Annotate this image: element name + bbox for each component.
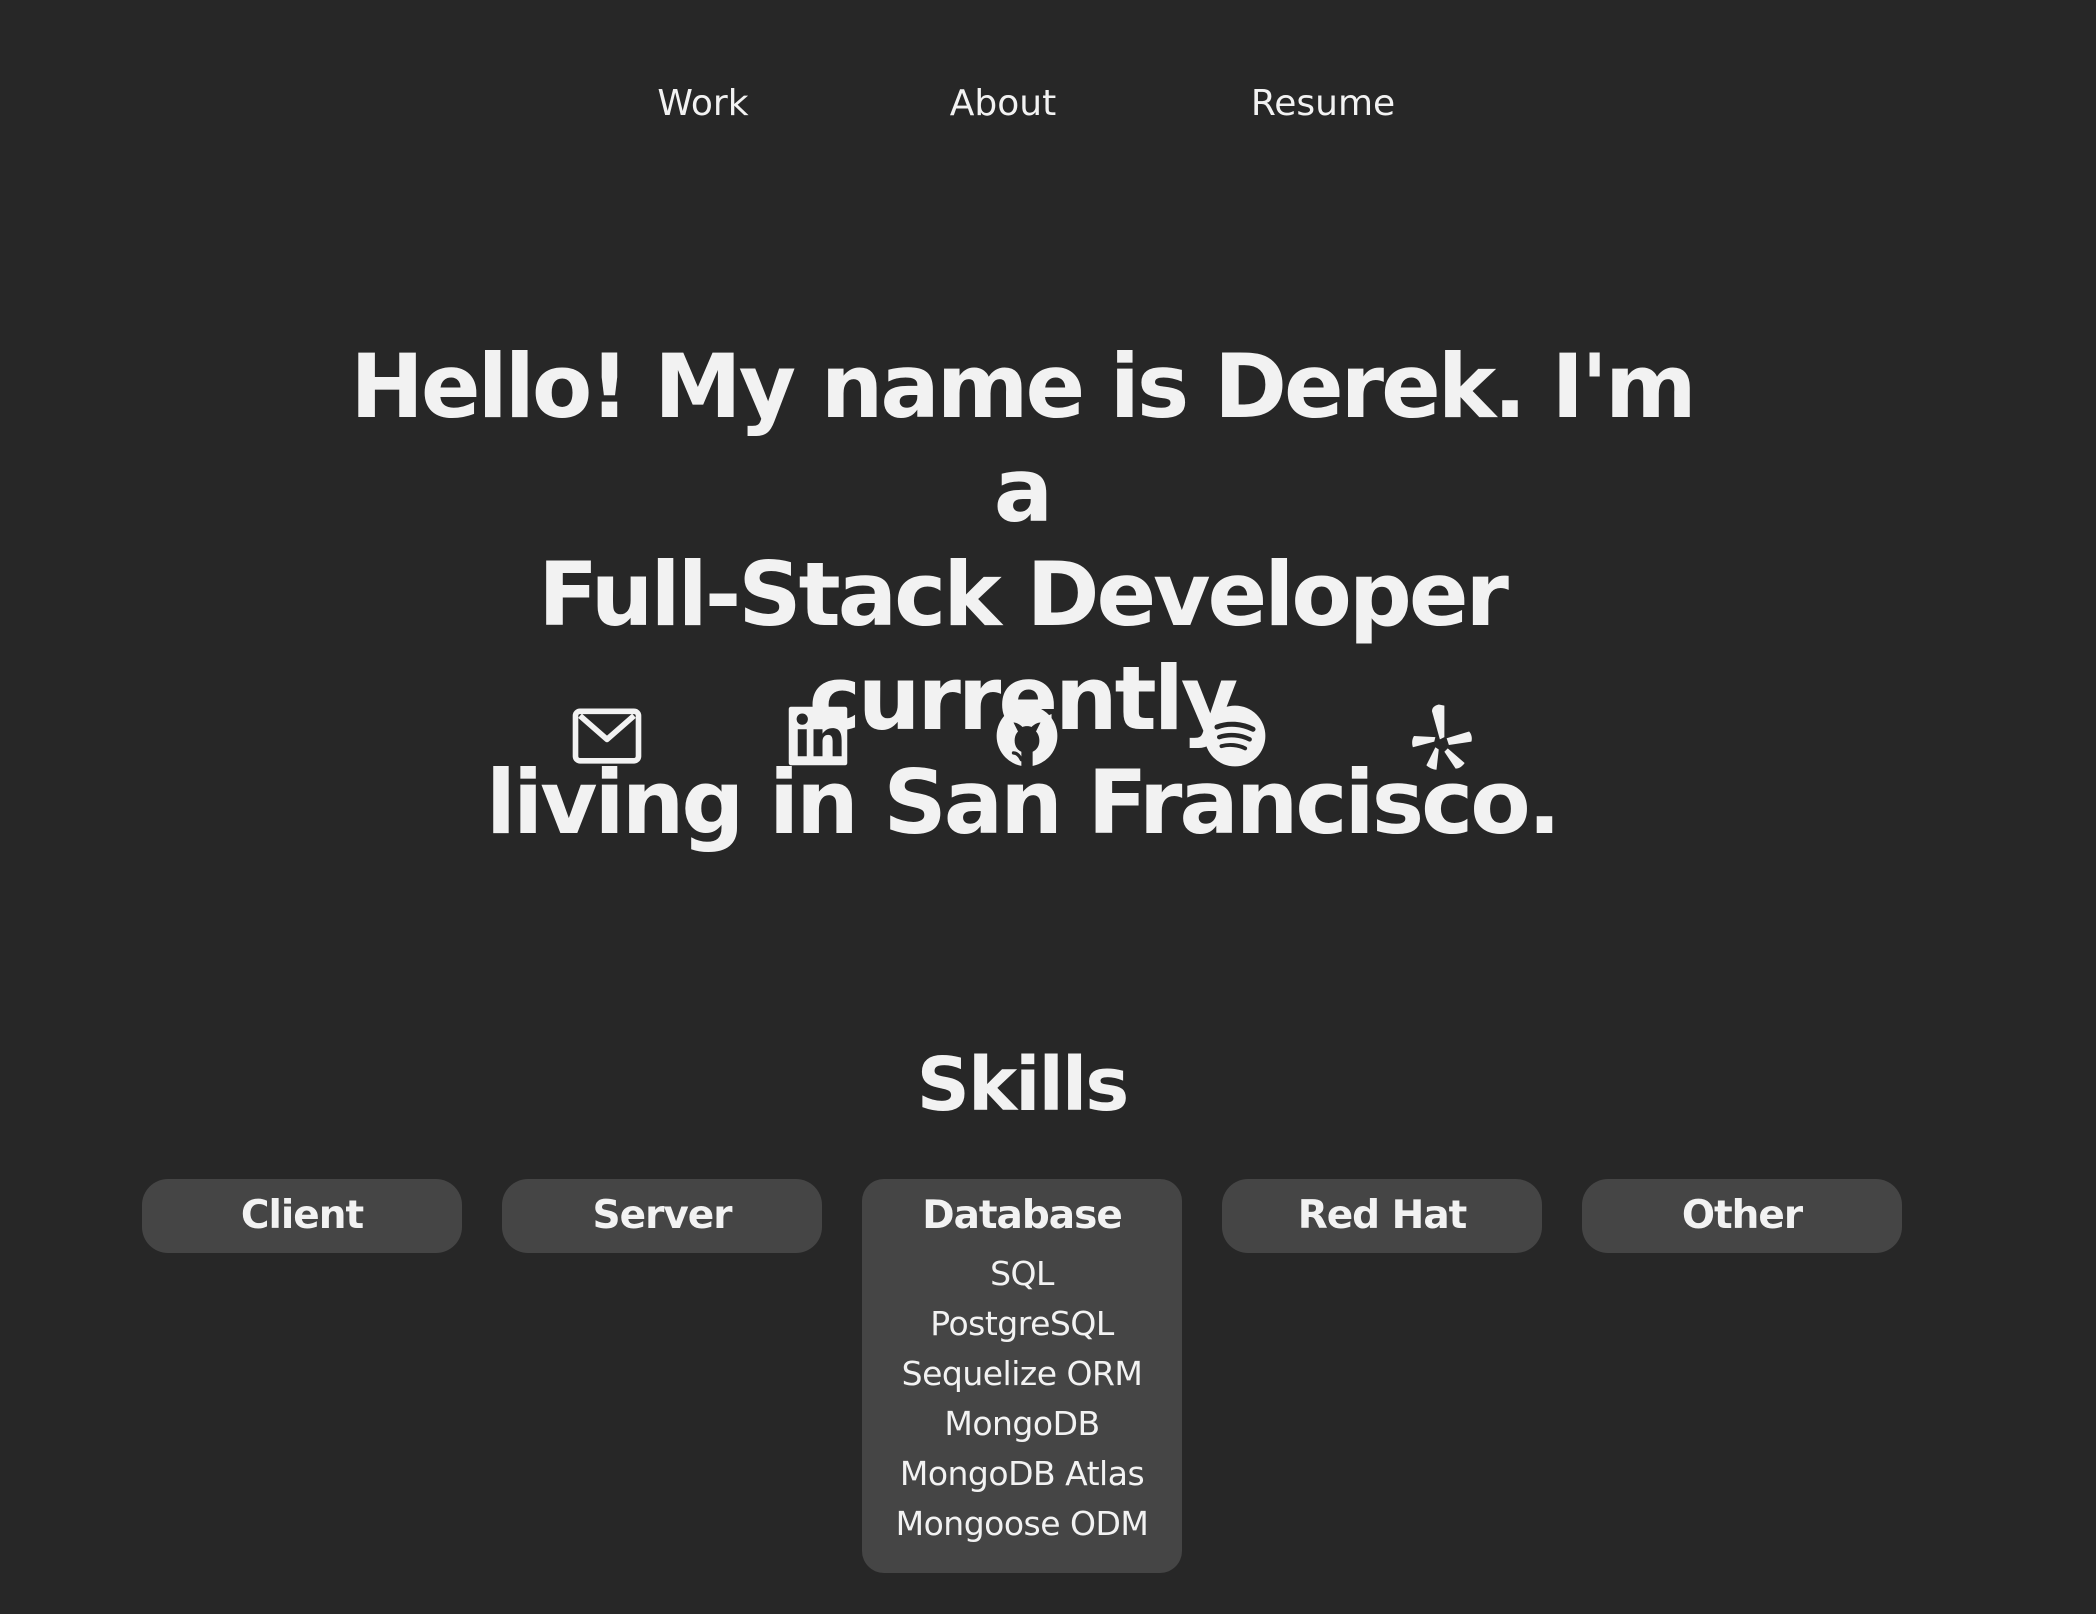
skill-tab-other[interactable]: Other <box>1582 1179 1902 1253</box>
github-icon <box>991 700 1063 772</box>
skill-tab-server[interactable]: Server <box>502 1179 822 1253</box>
yelp-icon <box>1405 700 1477 772</box>
skill-item: Sequelize ORM <box>901 1354 1143 1393</box>
nav-work-link[interactable]: Work <box>657 78 748 130</box>
nav-about-link[interactable]: About <box>950 78 1056 130</box>
email-link[interactable] <box>571 700 643 772</box>
linkedin-link[interactable] <box>782 700 854 772</box>
hero-line-1: Hello! My name is Derek. I'm a <box>350 335 1696 542</box>
spotify-link[interactable] <box>1199 700 1271 772</box>
skills-heading: Skills <box>916 1042 1130 1128</box>
skill-tab-label: Client <box>240 1193 364 1238</box>
yelp-link[interactable] <box>1405 700 1477 772</box>
skill-tab-database[interactable]: Database SQL PostgreSQL Sequelize ORM Mo… <box>862 1179 1182 1573</box>
github-link[interactable] <box>991 700 1063 772</box>
top-nav: Work About Resume <box>0 78 2044 130</box>
skill-tab-label: Server <box>592 1193 733 1238</box>
skill-item: SQL <box>990 1254 1054 1293</box>
skill-tab-client[interactable]: Client <box>142 1179 462 1253</box>
skill-tab-label: Database <box>922 1193 1123 1238</box>
skill-item: MongoDB <box>944 1404 1100 1443</box>
linkedin-icon <box>782 700 854 772</box>
skill-item: PostgreSQL <box>930 1304 1114 1343</box>
skill-item: MongoDB Atlas <box>899 1454 1145 1493</box>
spotify-icon <box>1199 700 1271 772</box>
skill-item: Mongoose ODM <box>895 1504 1149 1543</box>
skill-tab-red-hat[interactable]: Red Hat <box>1222 1179 1542 1253</box>
mail-icon <box>571 700 643 772</box>
nav-resume-link[interactable]: Resume <box>1251 78 1395 130</box>
social-links <box>0 700 2044 786</box>
skill-tab-label: Red Hat <box>1297 1193 1468 1238</box>
database-skill-list: SQL PostgreSQL Sequelize ORM MongoDB Mon… <box>862 1249 1182 1549</box>
skill-tab-label: Other <box>1681 1193 1803 1238</box>
